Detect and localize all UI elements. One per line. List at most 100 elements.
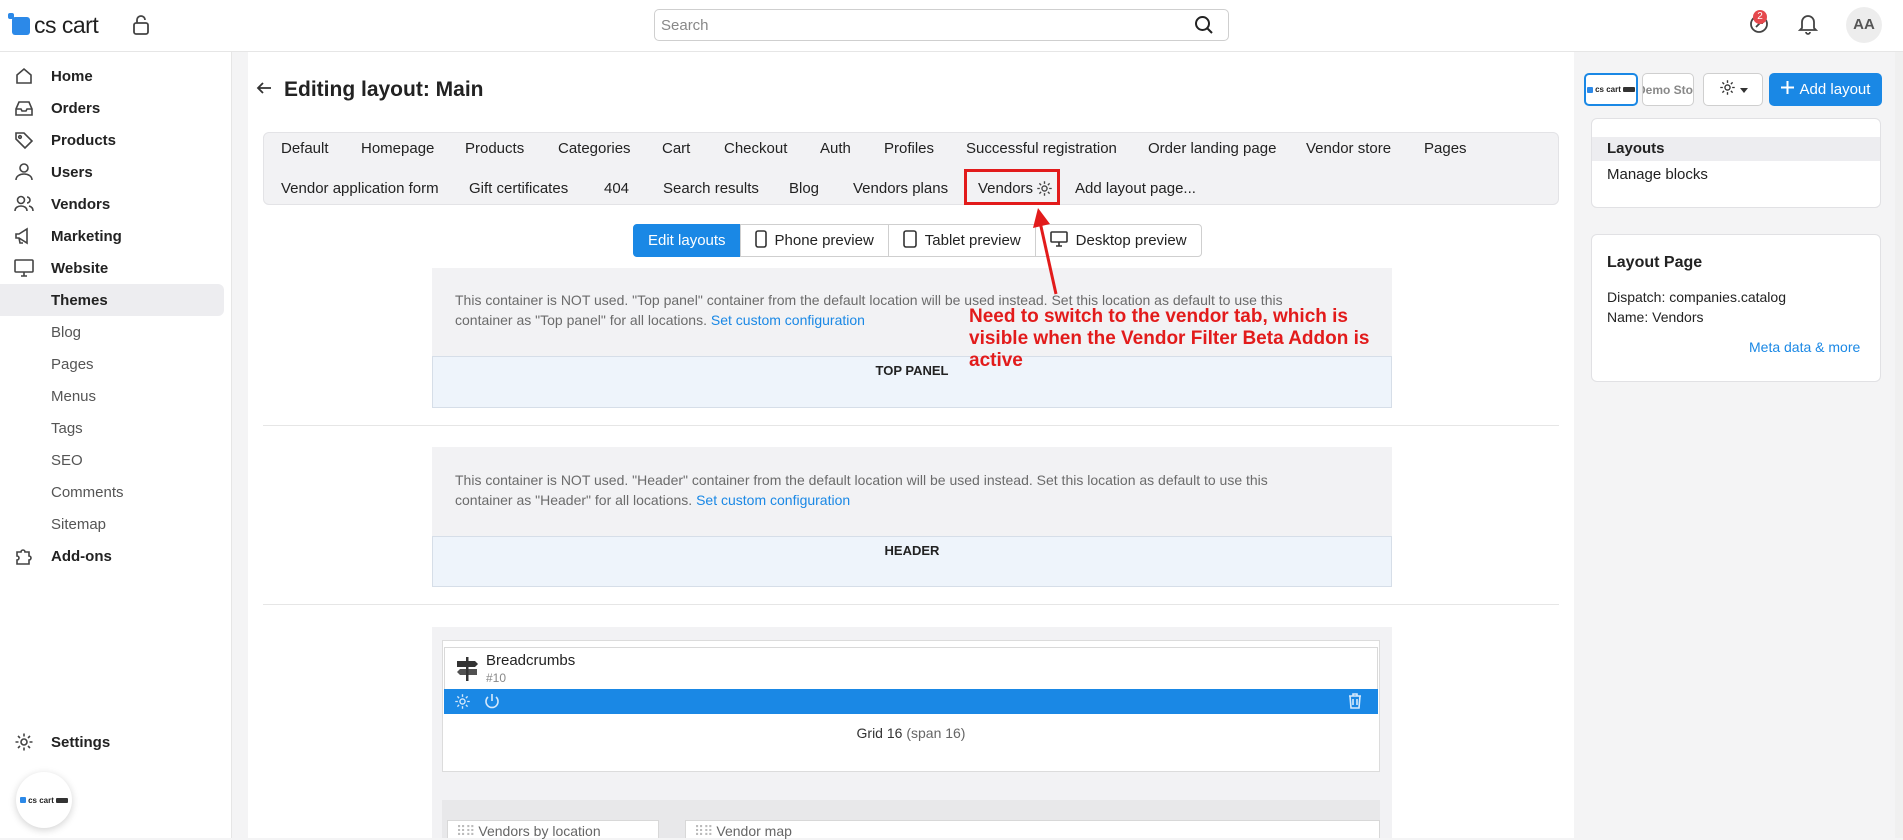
sidebar-item-label: Marketing <box>51 227 122 245</box>
add-layout-label: Add layout <box>1799 81 1871 98</box>
tab-add-layout-page[interactable]: Add layout page... <box>1075 180 1196 197</box>
sidebar-item-settings[interactable]: Settings <box>0 726 232 758</box>
tab-default[interactable]: Default <box>281 140 329 157</box>
tab-404[interactable]: 404 <box>604 180 629 197</box>
search-bar[interactable] <box>654 9 1229 41</box>
tab-vendor-application-form[interactable]: Vendor application form <box>281 180 439 197</box>
search-input[interactable] <box>661 10 1181 40</box>
manage-blocks-menu-item[interactable]: Manage blocks <box>1607 166 1708 183</box>
sidebar-subitem-sitemap[interactable]: Sitemap <box>0 508 232 540</box>
tab-auth[interactable]: Auth <box>820 140 851 157</box>
vendors-by-location-block[interactable]: ⠿⠿ Vendors by location <box>447 820 659 839</box>
sidebar-subitem-themes[interactable]: Themes <box>0 284 224 316</box>
sidebar-item-products[interactable]: Products <box>0 124 232 156</box>
top-panel-custom-config-link[interactable]: Set custom configuration <box>711 312 865 328</box>
edit-layouts-button[interactable]: Edit layouts <box>633 224 741 257</box>
dispatch-text: Dispatch: companies.catalog <box>1607 289 1786 305</box>
tab-profiles[interactable]: Profiles <box>884 140 934 157</box>
highlight-box <box>964 169 1060 205</box>
sidebar-subitem-label: SEO <box>51 451 83 469</box>
divider <box>263 604 1559 605</box>
sidebar-subitem-blog[interactable]: Blog <box>0 316 232 348</box>
tab-successful-registration[interactable]: Successful registration <box>966 140 1117 157</box>
sidebar-subitem-seo[interactable]: SEO <box>0 444 232 476</box>
tab-order-landing-page[interactable]: Order landing page <box>1148 140 1276 157</box>
tab-checkout[interactable]: Checkout <box>724 140 787 157</box>
header-note-line2: container as "Header" for all locations. <box>455 492 693 508</box>
tablet-preview-label: Tablet preview <box>924 232 1021 249</box>
tag-icon <box>14 130 34 150</box>
tab-gift-certificates[interactable]: Gift certificates <box>469 180 568 197</box>
breadcrumbs-block-id: #10 <box>486 671 507 685</box>
tab-vendor-store[interactable]: Vendor store <box>1306 140 1391 157</box>
block-power-icon[interactable] <box>484 693 500 714</box>
sidebar-item-addons[interactable]: Add-ons <box>0 540 232 572</box>
unlock-icon[interactable] <box>132 14 150 41</box>
sidebar-item-users[interactable]: Users <box>0 156 232 188</box>
sidebar-item-marketing[interactable]: Marketing <box>0 220 232 252</box>
sidebar-subitem-label: Menus <box>51 387 97 405</box>
user-avatar[interactable]: AA <box>1846 7 1882 43</box>
plus-icon <box>1780 81 1794 98</box>
sidebar-subitem-label: Pages <box>51 355 94 373</box>
sidebar-item-orders[interactable]: Orders <box>0 92 232 124</box>
meta-data-link[interactable]: Meta data & more <box>1749 339 1860 355</box>
monitor-icon <box>14 258 34 278</box>
sidebar-item-website[interactable]: Website <box>0 252 232 284</box>
block-gear-icon[interactable] <box>454 693 471 715</box>
sidebar-subitem-label: Tags <box>51 419 83 437</box>
cs-cart-logo[interactable]: cs cart <box>8 12 99 39</box>
page-scrollbar[interactable] <box>1895 52 1903 838</box>
annotation-text: Need to switch to the vendor tab, which … <box>969 306 1370 371</box>
tab-cart[interactable]: Cart <box>662 140 690 157</box>
store-demo-button[interactable]: Demo Store <box>1642 73 1694 106</box>
layouts-menu-item[interactable]: Layouts <box>1607 140 1665 157</box>
sidebar-subitem-pages[interactable]: Pages <box>0 348 232 380</box>
search-icon[interactable] <box>1194 15 1214 40</box>
header-custom-config-link[interactable]: Set custom configuration <box>696 492 850 508</box>
megaphone-icon <box>14 226 34 246</box>
tab-categories[interactable]: Categories <box>558 140 631 157</box>
tablet-preview-button[interactable]: Tablet preview <box>887 224 1036 257</box>
vendor-map-block[interactable]: ⠿⠿ Vendor map <box>685 820 1380 839</box>
settings-dropdown-button[interactable] <box>1703 73 1763 106</box>
add-layout-button[interactable]: Add layout <box>1769 73 1882 106</box>
tab-pages[interactable]: Pages <box>1424 140 1467 157</box>
vendors-by-location-label: Vendors by location <box>478 823 601 839</box>
divider <box>263 425 1559 426</box>
block-toolbar <box>444 689 1378 714</box>
sidebar-item-label: Website <box>51 259 109 277</box>
phone-preview-button[interactable]: Phone preview <box>739 224 889 257</box>
sidebar-item-label: Home <box>51 67 93 85</box>
sidebar-subitem-tags[interactable]: Tags <box>0 412 232 444</box>
sidebar-subitem-label: Themes <box>51 291 108 309</box>
sidebar-subitem-comments[interactable]: Comments <box>0 476 232 508</box>
users-icon <box>14 194 34 214</box>
sidebar-item-vendors[interactable]: Vendors <box>0 188 232 220</box>
tab-blog[interactable]: Blog <box>789 180 819 197</box>
storefront-switcher[interactable]: cs cart <box>16 772 72 828</box>
gear-icon <box>1719 79 1736 101</box>
back-arrow-icon[interactable] <box>256 80 272 101</box>
breadcrumbs-block[interactable]: Breadcrumbs #10 <box>444 647 1378 689</box>
top-bar: cs cart 2 AA <box>0 0 1903 52</box>
block-trash-icon[interactable] <box>1348 693 1362 714</box>
store-mini-logo: cs cart <box>20 796 68 805</box>
sidebar-item-label: Products <box>51 131 117 149</box>
sidebar-subitem-label: Comments <box>51 483 124 501</box>
bell-icon[interactable] <box>1797 13 1819 40</box>
top-panel-note-line2: container as "Top panel" for all locatio… <box>455 312 707 328</box>
tab-homepage[interactable]: Homepage <box>361 140 434 157</box>
sidebar-subitem-menus[interactable]: Menus <box>0 380 232 412</box>
phone-preview-label: Phone preview <box>774 232 874 249</box>
name-text: Name: Vendors <box>1607 309 1704 325</box>
inbox-icon <box>14 98 34 118</box>
phone-icon <box>754 229 767 252</box>
notification-badge: 2 <box>1753 10 1767 24</box>
store-cscart-button[interactable]: cs cart <box>1584 73 1638 106</box>
tab-products[interactable]: Products <box>465 140 524 157</box>
tab-vendors-plans[interactable]: Vendors plans <box>853 180 948 197</box>
edit-layouts-label: Edit layouts <box>648 232 726 249</box>
sidebar-item-home[interactable]: Home <box>0 60 232 92</box>
tab-search-results[interactable]: Search results <box>663 180 759 197</box>
